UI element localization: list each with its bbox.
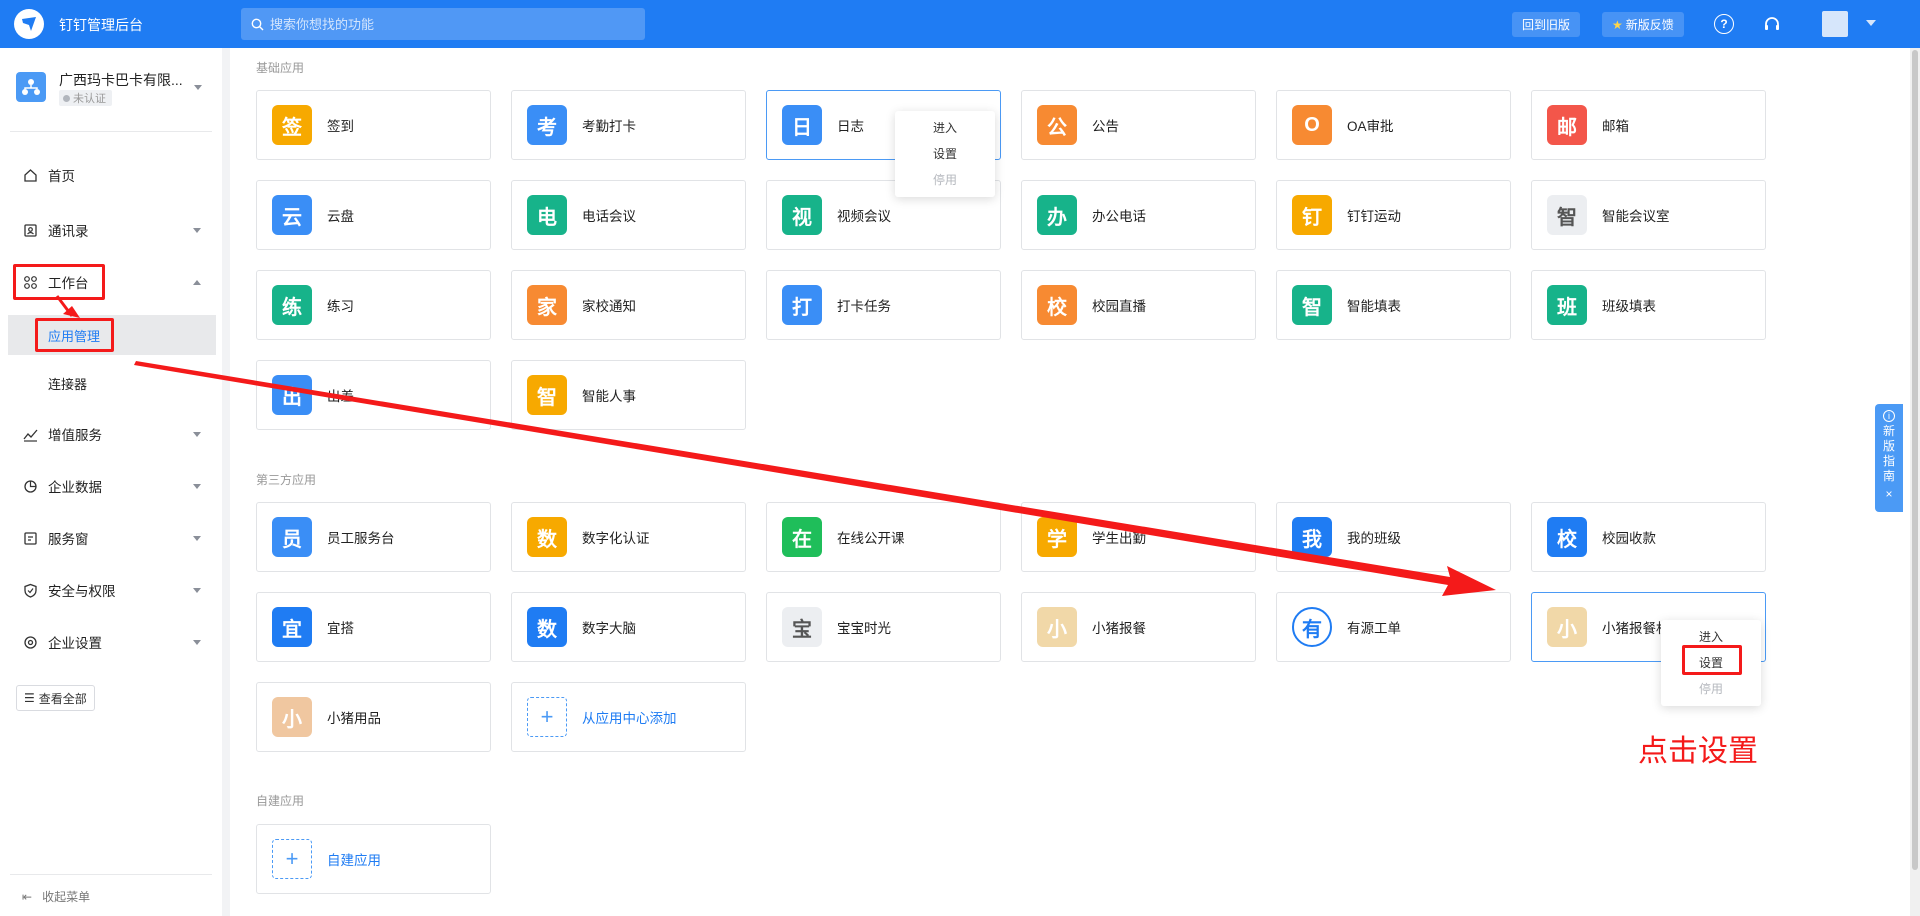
annotation-text: 点击设置 (1638, 735, 1758, 768)
scrollbar-thumb[interactable] (1912, 50, 1918, 870)
info-icon: i (1883, 410, 1895, 422)
new-guide-tab[interactable]: i 新版指南 × (1875, 404, 1903, 512)
annotation-arrow-large (134, 361, 1496, 596)
annotation-arrows (55, 295, 1496, 596)
close-icon[interactable]: × (1885, 487, 1892, 502)
guide-label: 新版指南 (1882, 424, 1895, 483)
